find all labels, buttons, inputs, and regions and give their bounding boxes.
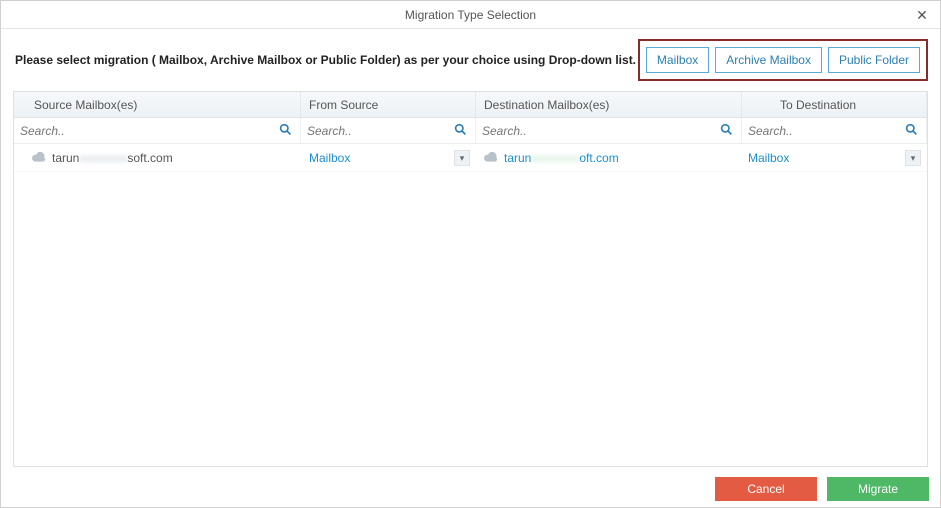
close-button[interactable]: ✕ [912, 5, 932, 25]
search-to-destination-cell [742, 118, 927, 143]
cell-from-source[interactable]: Mailbox ▾ [301, 144, 476, 171]
from-source-value: Mailbox [309, 151, 350, 165]
search-icon [905, 123, 918, 139]
dest-mail-suffix: oft.com [579, 151, 618, 165]
public-folder-button[interactable]: Public Folder [828, 47, 920, 73]
chevron-down-icon[interactable]: ▾ [454, 150, 470, 166]
instruction-text: Please select migration ( Mailbox, Archi… [15, 53, 636, 67]
cloud-icon [32, 151, 46, 165]
dest-mail-hidden: xxxxxxxx [531, 151, 579, 165]
search-dest-mailbox-input[interactable] [476, 118, 741, 143]
cell-destination-mailbox: tarunxxxxxxxxoft.com [476, 144, 742, 171]
dest-mail-prefix: tarun [504, 151, 531, 165]
title-bar: Migration Type Selection ✕ [1, 1, 940, 29]
close-icon: ✕ [916, 7, 928, 24]
search-to-destination-input[interactable] [742, 118, 926, 143]
content-area: Source Mailbox(es) From Source Destinati… [1, 91, 940, 467]
source-mail-hidden: xxxxxxxx [79, 151, 127, 165]
mailbox-button[interactable]: Mailbox [646, 47, 709, 73]
migration-type-group: Mailbox Archive Mailbox Public Folder [638, 39, 928, 81]
search-icon [279, 123, 292, 139]
search-icon [454, 123, 467, 139]
search-source-mailbox-cell [14, 118, 301, 143]
search-dest-mailbox-cell [476, 118, 742, 143]
search-from-source-cell [301, 118, 476, 143]
source-mail-prefix: tarun [52, 151, 79, 165]
footer: Cancel Migrate [0, 470, 941, 508]
migrate-button[interactable]: Migrate [827, 477, 929, 501]
col-to-destination: To Destination [742, 92, 927, 117]
header-bar: Please select migration ( Mailbox, Archi… [1, 29, 940, 91]
cell-source-mailbox: tarunxxxxxxxxsoft.com [14, 144, 301, 171]
search-row [14, 118, 927, 144]
chevron-down-icon[interactable]: ▾ [905, 150, 921, 166]
source-mail-suffix: soft.com [127, 151, 172, 165]
archive-mailbox-button[interactable]: Archive Mailbox [715, 47, 822, 73]
col-source-mailboxes: Source Mailbox(es) [14, 92, 301, 117]
column-headers: Source Mailbox(es) From Source Destinati… [14, 92, 927, 118]
to-destination-value: Mailbox [748, 151, 789, 165]
cell-to-destination[interactable]: Mailbox ▾ [742, 144, 927, 171]
cancel-button[interactable]: Cancel [715, 477, 817, 501]
search-from-source-input[interactable] [301, 118, 475, 143]
cloud-icon [484, 151, 498, 165]
table-row: tarunxxxxxxxxsoft.com Mailbox ▾ tarunxxx… [14, 144, 927, 172]
window-title: Migration Type Selection [405, 8, 536, 22]
col-from-source: From Source [301, 92, 476, 117]
migration-grid: Source Mailbox(es) From Source Destinati… [13, 91, 928, 467]
search-source-mailbox-input[interactable] [14, 118, 300, 143]
col-dest-mailboxes: Destination Mailbox(es) [476, 92, 742, 117]
search-icon [720, 123, 733, 139]
